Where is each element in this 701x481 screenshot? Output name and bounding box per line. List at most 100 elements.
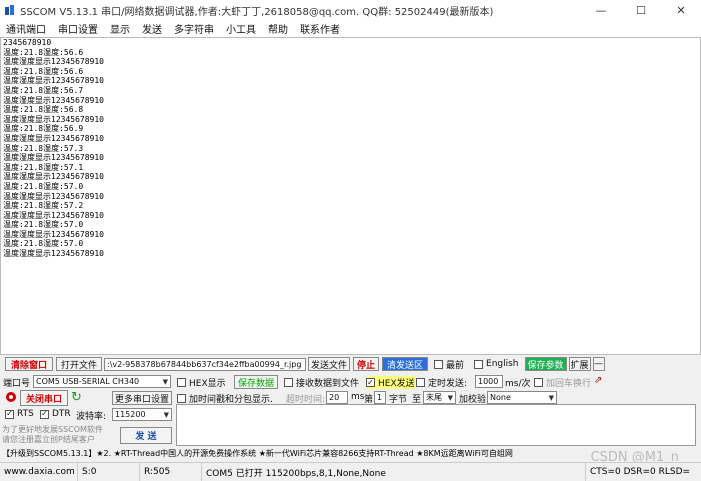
add-crlf-label: 加回车换行 <box>546 379 592 389</box>
file-toolbar: 清除窗口 打开文件 :\v2-958378b67844bb637cf34e2ff… <box>0 356 701 372</box>
to-select[interactable]: 末尾 ▼ <box>423 391 456 404</box>
rts-checkbox[interactable]: ✓ RTS <box>5 409 34 419</box>
refresh-icon[interactable]: ↻ <box>71 390 82 405</box>
topmost-checkbox[interactable]: 最前 <box>434 358 464 371</box>
menu-item-tools[interactable]: 小工具 <box>220 21 262 36</box>
dtr-checkbox[interactable]: ✓ DTR <box>40 409 71 419</box>
timestamp-box <box>177 394 186 403</box>
save-params-button[interactable]: 保存参数 <box>524 357 567 371</box>
english-checkbox[interactable]: English <box>474 359 519 369</box>
hex-send-box: ✓ <box>366 377 375 387</box>
hex-send-checkbox[interactable]: ✓ HEX发送 <box>366 376 415 389</box>
chevron-down-icon: ▼ <box>162 377 168 386</box>
topmost-label: 最前 <box>446 360 465 371</box>
receive-output-area[interactable]: 2345678910 温度:21.8湿度:56.6 温度湿度显示1234567891… <box>0 37 701 355</box>
recv-to-file-checkbox[interactable]: 接收数据到文件 <box>284 376 359 389</box>
expand-button[interactable]: 扩展 <box>568 357 591 371</box>
close-port-button[interactable]: 关闭串口 <box>20 390 68 406</box>
output-line: 温度湿度显示12345678910 <box>3 229 104 239</box>
status-signals: CTS=0 DSR=0 RLSD= <box>590 467 691 477</box>
english-box <box>474 359 484 369</box>
status-bar: www.daxia.com S:0 R:505 COM5 已打开 115200b… <box>0 462 701 481</box>
file-path-field[interactable]: :\v2-958378b67844bb637cf34e2ffba00994_r.… <box>104 357 306 371</box>
output-line: 温度:21.8湿度:57.2 <box>3 201 84 211</box>
port-select[interactable]: COM5 USB-SERIAL CH340 ▼ <box>33 375 171 388</box>
interval-unit: ms/次 <box>505 379 531 389</box>
menu-item-port[interactable]: 通讯端口 <box>0 21 52 36</box>
output-line: 温度:21.8湿度:57.3 <box>3 143 84 153</box>
hex-display-box <box>177 378 186 387</box>
promo-left-text: 为了更好地发展SSCOM软件 请您注册嘉立创P结尾客户 <box>2 425 103 444</box>
send-button[interactable]: 发 送 <box>120 427 172 444</box>
output-line: 温度湿度显示12345678910 <box>3 172 104 182</box>
output-line: 温度:21.8湿度:56.6 <box>3 47 84 57</box>
output-line: 温度:21.8湿度:56.8 <box>3 105 84 115</box>
status-port-info: COM5 已打开 115200bps,8,1,None,None <box>202 463 586 481</box>
more-serial-settings-button[interactable]: 更多串口设置 <box>112 391 172 405</box>
menu-item-display[interactable]: 显示 <box>104 21 136 36</box>
maximize-button[interactable]: ☐ <box>621 0 661 20</box>
menu-item-help[interactable]: 帮助 <box>262 21 294 36</box>
minimize-button[interactable]: — <box>581 0 621 20</box>
output-line: 温度湿度显示12345678910 <box>3 57 104 67</box>
port-select-value: COM5 USB-SERIAL CH340 <box>36 377 140 386</box>
timed-send-label: 定时发送: <box>428 379 468 389</box>
port-label: 端口号 <box>3 379 31 389</box>
timed-send-box <box>416 378 425 387</box>
port-status-icon <box>6 392 16 402</box>
add-crlf-checkbox[interactable]: 加回车换行 <box>534 376 591 389</box>
promo-bar-text: 【升级到SSCOM5.13.1】★2. ★RT-Thread中国人的开源免费操作… <box>2 448 513 458</box>
hex-display-label: HEX显示 <box>189 379 226 389</box>
hex-display-checkbox[interactable]: HEX显示 <box>177 376 226 389</box>
output-line: 温度:21.8湿度:56.7 <box>3 85 84 95</box>
output-line: 温度湿度显示12345678910 <box>3 210 104 220</box>
chevron-down-icon: ▼ <box>447 393 453 402</box>
menu-item-multi-string[interactable]: 多字符串 <box>168 21 220 36</box>
timeout-input[interactable]: 20 <box>326 391 348 404</box>
to-select-value: 末尾 <box>426 393 442 402</box>
open-file-button[interactable]: 打开文件 <box>56 357 102 371</box>
rts-label: RTS <box>17 409 34 419</box>
menu-item-serial-settings[interactable]: 串口设置 <box>52 21 104 36</box>
close-button[interactable]: ✕ <box>661 0 701 20</box>
output-line: 温度湿度显示12345678910 <box>3 95 104 105</box>
send-file-button[interactable]: 发送文件 <box>308 357 350 371</box>
baud-select-value: 115200 <box>115 410 146 419</box>
dtr-box: ✓ <box>40 409 49 419</box>
output-line: 2345678910 <box>3 38 52 47</box>
chevron-down-icon: ▼ <box>548 393 554 402</box>
english-label: English <box>486 359 519 369</box>
baud-label: 波特率: <box>76 412 107 422</box>
menu-item-contact[interactable]: 联系作者 <box>294 21 346 36</box>
save-data-button[interactable]: 保存数据 <box>234 375 278 389</box>
clear-send-area-button[interactable]: 清发送区 <box>382 357 428 371</box>
status-received-count: R:505 <box>140 463 202 481</box>
byte-input[interactable]: 1 <box>374 391 386 404</box>
checksum-select-value: None <box>490 393 511 402</box>
checksum-select[interactable]: None ▼ <box>487 391 557 404</box>
status-sent-count: S:0 <box>78 463 140 481</box>
output-line: 温度湿度显示12345678910 <box>3 153 104 163</box>
menu-bar: 通讯端口 串口设置 显示 发送 多字符串 小工具 帮助 联系作者 <box>0 20 701 38</box>
scroll-right-icon[interactable]: ⇗ <box>594 375 602 386</box>
interval-input[interactable]: 1000 <box>475 375 503 388</box>
output-line: 温度:21.8湿度:57.0 <box>3 181 84 191</box>
output-line: 温度:21.8湿度:56.9 <box>3 124 84 134</box>
status-website[interactable]: www.daxia.com <box>0 463 78 481</box>
output-line: 温度:21.8湿度:56.6 <box>3 66 84 76</box>
menu-item-send[interactable]: 发送 <box>136 21 168 36</box>
output-line: 温度:21.8湿度:57.0 <box>3 239 84 249</box>
timed-send-checkbox[interactable]: 定时发送: <box>416 376 467 389</box>
chevron-down-icon: ▼ <box>163 410 169 419</box>
sscom-window: SSCOM V5.13.1 串口/网络数据调试器,作者:大虾丁丁,2618058… <box>0 0 701 481</box>
output-line: 温度湿度显示12345678910 <box>3 133 104 143</box>
send-input-area[interactable] <box>176 404 696 446</box>
collapse-button[interactable]: — <box>592 357 605 371</box>
hex-send-label: HEX发送 <box>378 379 415 389</box>
stop-button[interactable]: 停止 <box>353 357 379 371</box>
clear-window-button[interactable]: 清除窗口 <box>5 357 53 371</box>
output-line: 温度湿度显示12345678910 <box>3 114 104 124</box>
output-line: 温度湿度显示12345678910 <box>3 191 104 201</box>
add-crlf-box <box>534 378 543 387</box>
baud-select[interactable]: 115200 ▼ <box>112 408 172 421</box>
